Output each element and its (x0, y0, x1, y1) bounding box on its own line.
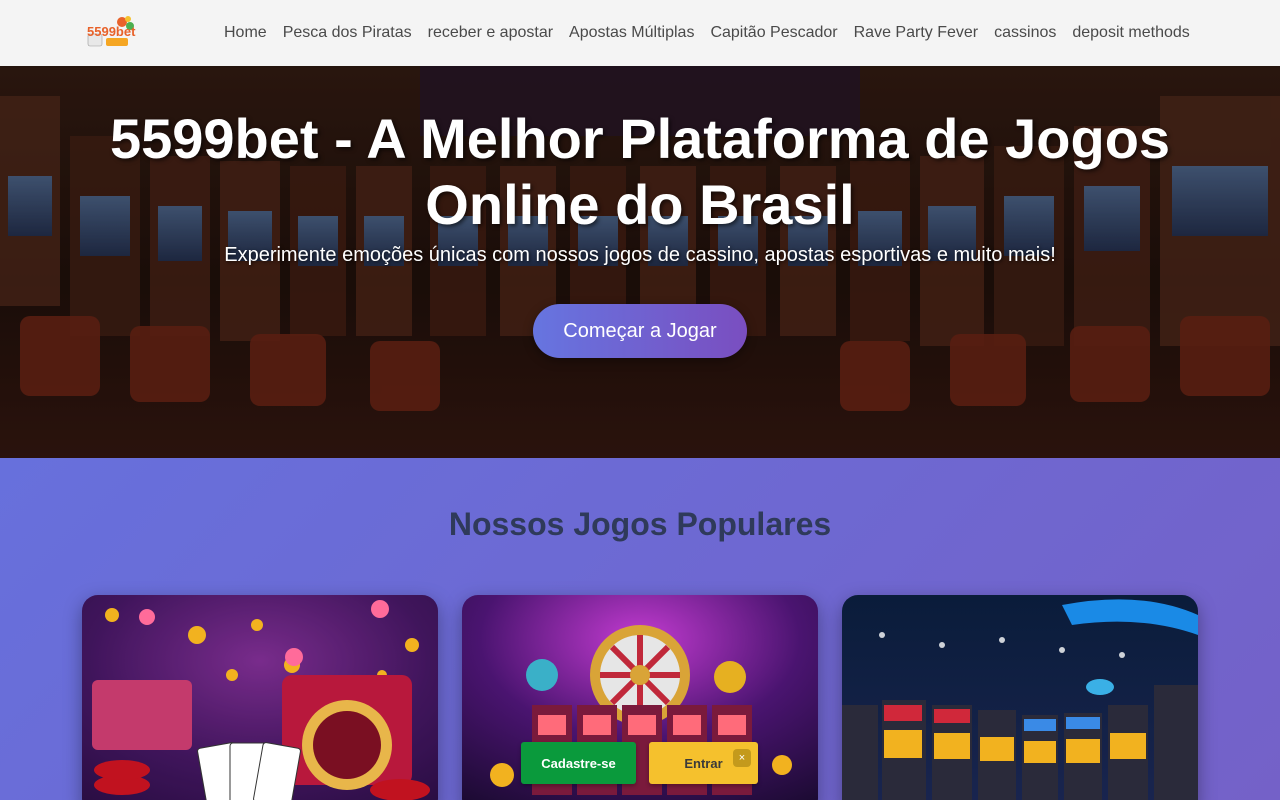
start-playing-button[interactable]: Começar a Jogar (533, 304, 747, 358)
game-card-1-image (82, 595, 438, 800)
nav-pesca-dos-piratas[interactable]: Pesca dos Piratas (275, 24, 420, 42)
close-icon[interactable]: × (733, 749, 751, 767)
game-card-1[interactable] (82, 595, 438, 800)
site-header: 5599bet Home Pesca dos Piratas receber e… (0, 0, 1280, 66)
nav-home[interactable]: Home (216, 24, 275, 42)
main-nav: Home Pesca dos Piratas receber e apostar… (216, 0, 1198, 66)
logo-text: 5599bet (87, 24, 136, 39)
game-card-3-image (842, 595, 1198, 800)
hero-section: 5599bet - A Melhor Plataforma de Jogos O… (0, 66, 1280, 458)
signup-button[interactable]: Cadastre-se (521, 742, 636, 784)
game-card-3[interactable] (842, 595, 1198, 800)
hero-title-line-1: 5599bet - A Melhor Plataforma de Jogos (109, 107, 1171, 170)
nav-receber-e-apostar[interactable]: receber e apostar (420, 24, 561, 42)
hero-title: 5599bet - A Melhor Plataforma de Jogos O… (60, 106, 1220, 238)
nav-capitao-pescador[interactable]: Capitão Pescador (702, 24, 845, 42)
nav-apostas-multiplas[interactable]: Apostas Múltiplas (561, 24, 702, 42)
logo[interactable]: 5599bet (86, 16, 138, 48)
hero-title-line-2: Online do Brasil (425, 173, 855, 236)
section-title: Nossos Jogos Populares (448, 506, 832, 542)
hero-subtitle: Experimente emoções únicas com nossos jo… (224, 244, 1056, 266)
floating-auth-bar: Cadastre-se Entrar × (521, 742, 761, 786)
nav-rave-party-fever[interactable]: Rave Party Fever (846, 24, 986, 42)
nav-deposit-methods[interactable]: deposit methods (1064, 24, 1197, 42)
nav-cassinos[interactable]: cassinos (986, 24, 1064, 42)
